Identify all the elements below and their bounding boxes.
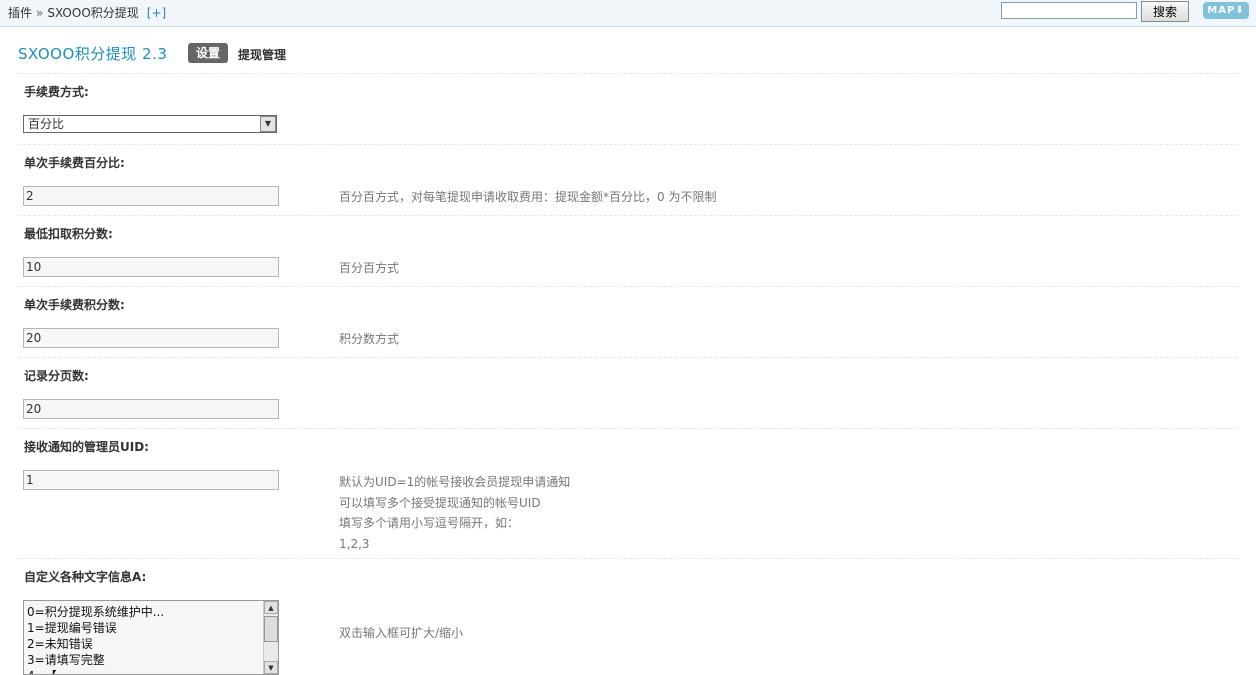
fee-mode-label: 手续费方式: [24, 85, 89, 99]
divider [18, 215, 1238, 216]
map-label: MAP [1207, 5, 1236, 16]
admin-uid-hint-3: 填写多个请用小写逗号隔开，如： [339, 516, 520, 530]
divider [18, 144, 1238, 145]
fee-mode-select[interactable]: 百分比 ▼ [23, 115, 277, 133]
chevron-down-icon[interactable]: ▼ [260, 116, 276, 132]
admin-uid-hint-2: 可以填写多个接受提现通知的帐号UID [339, 496, 541, 510]
scroll-thumb[interactable] [264, 616, 278, 642]
add-shortcut-link[interactable]: [+] [147, 6, 166, 20]
min-points-hint: 百分百方式 [339, 261, 400, 275]
fee-percent-label: 单次手续费百分比: [24, 156, 125, 170]
arrow-down-icon: ⬇ [1235, 5, 1245, 16]
scroll-up-icon[interactable]: ▲ [264, 601, 278, 614]
search-button[interactable]: 搜索 [1141, 1, 1189, 22]
page-size-input[interactable] [23, 399, 279, 419]
page-title: SXOOO积分提现 2.3 [18, 45, 168, 63]
fee-percent-input[interactable] [23, 186, 279, 206]
textarea-line: 2=未知错误 [27, 637, 93, 651]
textarea-line: 3=请填写完整 [27, 653, 105, 667]
textarea-line: 4=【 [27, 667, 57, 674]
textarea-line: 1=提现编号错误 [27, 621, 117, 635]
scroll-down-icon[interactable]: ▼ [264, 661, 278, 674]
breadcrumb: 插件 » SXOOO积分提现 [+] [8, 4, 166, 21]
breadcrumb-plugins-link[interactable]: 插件 [8, 6, 32, 20]
top-bar: 插件 » SXOOO积分提现 [+] 搜索 MAP⬇ [0, 0, 1256, 27]
page-size-label: 记录分页数: [24, 369, 89, 383]
breadcrumb-separator: » [36, 6, 44, 20]
breadcrumb-current: SXOOO积分提现 [47, 6, 139, 20]
fee-mode-value: 百分比 [28, 117, 65, 131]
min-points-label: 最低扣取积分数: [24, 227, 113, 241]
search-input[interactable] [1001, 2, 1137, 19]
textarea-line: 0=积分提现系统维护中... [27, 605, 165, 619]
custom-text-textarea[interactable]: 0=积分提现系统维护中... 1=提现编号错误 2=未知错误 3=请填写完整 4… [23, 600, 279, 675]
admin-uid-hint-1: 默认为UID=1的帐号接收会员提现申请通知 [339, 475, 571, 489]
divider [18, 73, 1238, 74]
divider [18, 286, 1238, 287]
fee-percent-hint: 百分百方式，对每笔提现申请收取费用：提现金额*百分比，0 为不限制 [339, 190, 717, 204]
tab-withdraw-manage[interactable]: 提现管理 [238, 46, 286, 63]
custom-text-hint: 双击输入框可扩大/缩小 [339, 626, 464, 640]
divider [18, 357, 1238, 358]
divider [18, 558, 1238, 559]
textarea-scrollbar[interactable]: ▲ ▼ [263, 601, 278, 674]
fee-points-input[interactable] [23, 328, 279, 348]
fee-points-label: 单次手续费积分数: [24, 298, 125, 312]
divider [18, 428, 1238, 429]
min-points-input[interactable] [23, 257, 279, 277]
fee-points-hint: 积分数方式 [339, 332, 400, 346]
admin-uid-label: 接收通知的管理员UID: [24, 440, 149, 454]
map-button[interactable]: MAP⬇ [1203, 2, 1249, 19]
custom-text-label: 自定义各种文字信息A: [24, 570, 147, 584]
admin-uid-input[interactable] [23, 470, 279, 490]
admin-uid-hint-4: 1,2,3 [339, 537, 370, 551]
tab-settings[interactable]: 设置 [188, 43, 228, 63]
